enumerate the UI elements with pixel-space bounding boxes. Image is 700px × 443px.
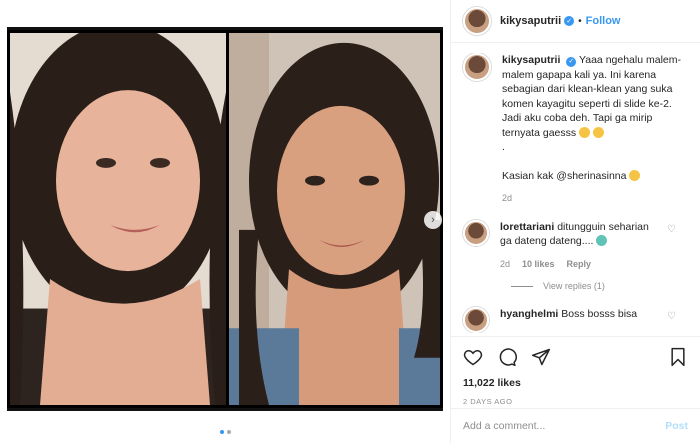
photo-left <box>10 33 226 405</box>
portrait-left-image <box>10 33 226 405</box>
post-time-ago: 2 DAYS AGO <box>463 397 513 406</box>
thinking-emoji-icon <box>579 126 591 138</box>
comment-username[interactable]: lorettariani <box>500 221 554 233</box>
post-media: › <box>0 0 450 443</box>
comment-like-heart-icon[interactable]: ♡ <box>667 224 676 235</box>
carousel-dot-1 <box>219 430 224 434</box>
grinning-emoji-icon <box>629 169 641 181</box>
post-header: kikysaputrii ✓ • Follow <box>451 0 700 43</box>
comment-bubble-icon[interactable] <box>497 347 517 367</box>
caption-username[interactable]: kikysaputrii <box>502 54 560 66</box>
caption-line: sebagian dari klean-klean yang suka <box>502 83 673 95</box>
comment-text: ga dateng dateng.... <box>500 235 594 247</box>
caption-body: kikysaputrii ✓ Yaaa ngehalu malem- malem… <box>502 53 682 206</box>
action-icons <box>463 345 688 369</box>
comment-body: hyanghelmi Boss bosss bisa <box>500 307 680 322</box>
likes-count[interactable]: 11,022 likes <box>463 377 688 389</box>
add-comment-bar: Post <box>451 408 700 443</box>
chevron-right-icon: › <box>431 214 435 226</box>
comment-body: lorettariani ditungguin seharian ga date… <box>500 220 680 272</box>
comment-like-heart-icon[interactable]: ♡ <box>667 311 676 322</box>
follow-button[interactable]: Follow <box>586 15 621 27</box>
portrait-right-image <box>229 33 440 405</box>
comment-text: ditungguin seharian <box>557 220 649 233</box>
separator-dot: • <box>578 15 582 27</box>
caption-age: 2d <box>502 193 513 203</box>
verified-badge-icon: ✓ <box>564 16 575 26</box>
comments-list[interactable]: kikysaputrii ✓ Yaaa ngehalu malem- malem… <box>451 53 700 333</box>
crying-emoji-icon <box>596 235 608 246</box>
caption-line: ternyata gaesss <box>502 126 577 139</box>
heart-icon[interactable] <box>463 347 483 367</box>
view-replies-line <box>511 285 533 287</box>
view-replies-label: View replies (1) <box>543 281 605 291</box>
comment-text: Boss bosss bisa <box>561 308 638 320</box>
caption-line: malem gapapa kali ya. Ini karena <box>502 68 657 81</box>
verified-badge-icon: ✓ <box>566 57 577 68</box>
carousel-dot-2 <box>226 430 231 434</box>
caption-line: Yaaa ngehalu malem- <box>579 54 681 66</box>
caption-avatar[interactable] <box>463 53 491 81</box>
next-slide-button[interactable]: › <box>424 211 442 229</box>
media-frame <box>7 27 443 411</box>
post-comment-button[interactable]: Post <box>665 420 688 432</box>
caption-line: Kasian kak @sherinasinna <box>502 169 627 182</box>
add-comment-input[interactable] <box>463 420 666 432</box>
header-username[interactable]: kikysaputrii <box>500 15 561 27</box>
post-panel: kikysaputrii ✓ • Follow kikysaputrii ✓ Y… <box>450 0 700 443</box>
post-actions: 11,022 likes 2 DAYS AGO <box>451 336 700 406</box>
comment-username[interactable]: hyanghelmi <box>500 308 558 320</box>
carousel-dots <box>0 430 450 434</box>
paper-plane-icon[interactable] <box>531 347 551 367</box>
view-replies-button[interactable]: View replies (1) <box>511 281 690 291</box>
comment-avatar[interactable] <box>463 307 489 333</box>
laughing-emoji-icon <box>592 126 604 138</box>
comment-avatar[interactable] <box>463 219 489 246</box>
bookmark-icon[interactable] <box>668 347 688 367</box>
reply-button[interactable]: Reply <box>567 257 592 272</box>
comment-meta: 2d 10 likes Reply <box>500 257 680 272</box>
avatar[interactable] <box>463 7 491 35</box>
photo-right <box>229 33 440 405</box>
comment-likes[interactable]: 10 likes <box>522 257 555 272</box>
comment-item: lorettariani ditungguin seharian ga date… <box>463 219 690 272</box>
caption: kikysaputrii ✓ Yaaa ngehalu malem- malem… <box>463 53 690 206</box>
comment-item: hyanghelmi Boss bosss bisa ♡ <box>463 307 690 333</box>
caption-line: komen kayagitu seperti di slide ke-2. <box>502 97 672 110</box>
comment-age: 2d <box>500 258 511 269</box>
caption-line: . <box>502 141 505 153</box>
caption-line: Jadi aku coba deh. Tapi ga mirip <box>502 112 653 124</box>
caption-meta: 2d <box>502 191 682 206</box>
